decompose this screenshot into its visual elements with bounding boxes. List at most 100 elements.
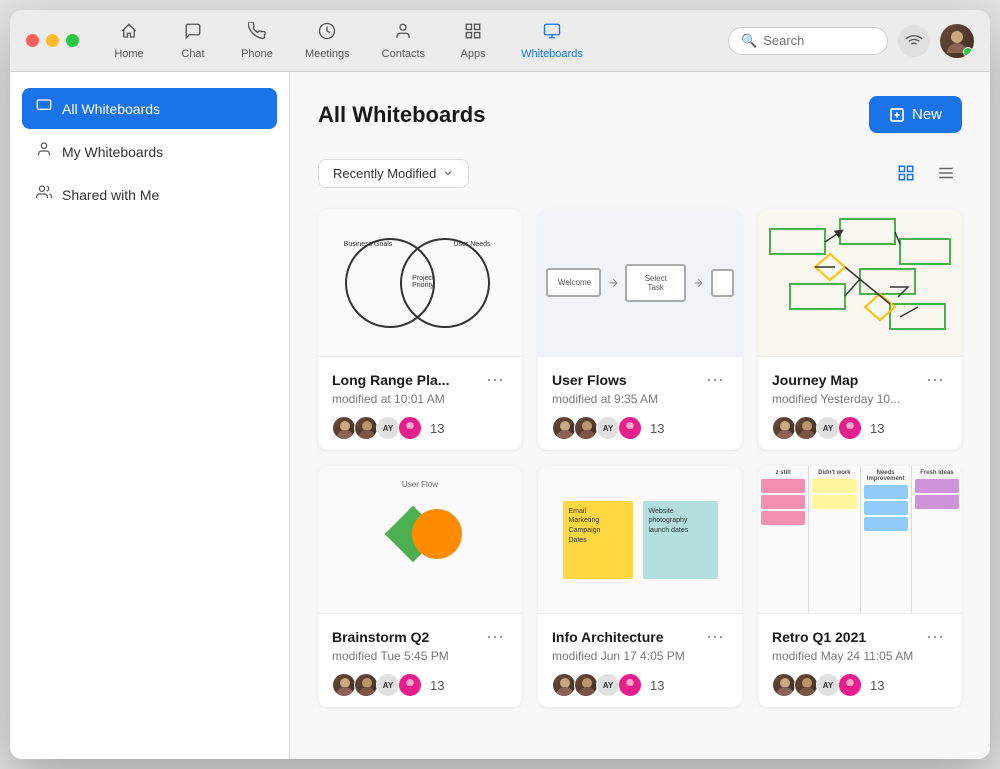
sidebar-item-my[interactable]: My Whiteboards [22, 131, 277, 172]
nav-home[interactable]: Home [99, 16, 159, 66]
close-button[interactable] [26, 34, 39, 47]
shared-icon [36, 184, 52, 205]
home-icon [120, 22, 138, 45]
wb-participants-wb1: AY 13 [332, 416, 508, 440]
minimize-button[interactable] [46, 34, 59, 47]
participant-ay-e: AY [596, 673, 620, 697]
search-box[interactable]: 🔍 [728, 27, 888, 55]
participant-pink-c [838, 416, 862, 440]
wb-participants-wb2: AY 13 [552, 416, 728, 440]
nav-meetings[interactable]: Meetings [291, 16, 364, 66]
participant-count-wb4: 13 [430, 678, 444, 693]
participant-avatar-1b [552, 416, 576, 440]
sidebar-all-label: All Whiteboards [62, 101, 160, 117]
wb-info-wb1: Long Range Pla... ··· modified at 10:01 … [318, 357, 522, 450]
participant-ay-c: AY [816, 416, 840, 440]
nav-chat-label: Chat [181, 48, 204, 60]
wb-info-wb4: Brainstorm Q2 ··· modified Tue 5:45 PM A [318, 614, 522, 707]
wb-modified-wb2: modified at 9:35 AM [552, 392, 728, 406]
wifi-icon [898, 25, 930, 57]
wb-preview-wb4: User Flow [318, 466, 522, 614]
wb-title-wb4: Brainstorm Q2 [332, 629, 429, 645]
wb-participants-wb6: AY 13 [772, 673, 948, 697]
main-layout: All Whiteboards My Whiteboards Shared wi… [10, 72, 990, 759]
new-button-label: New [912, 106, 942, 123]
sidebar-my-label: My Whiteboards [62, 144, 163, 160]
nav-whiteboards[interactable]: Whiteboards [507, 16, 597, 66]
whiteboard-grid: Business Goals User Needs Project Priori… [318, 209, 962, 707]
participant-count-wb1: 13 [430, 421, 444, 436]
whiteboard-card-wb5[interactable]: EmailMarketingCampaignDates Websitephoto… [538, 466, 742, 707]
whiteboard-card-wb4[interactable]: User Flow Brainstorm Q2 ··· modified Tue… [318, 466, 522, 707]
participant-avatar-2e [574, 673, 598, 697]
wb-more-wb3[interactable]: ··· [922, 369, 948, 390]
meetings-icon [318, 22, 336, 45]
wb-title-row-wb4: Brainstorm Q2 ··· [332, 626, 508, 647]
contacts-icon [394, 22, 412, 45]
content-area: All Whiteboards New Recently Modified [290, 72, 990, 759]
whiteboard-card-wb6[interactable]: z still Didn't work Nee [758, 466, 962, 707]
participant-pink [398, 416, 422, 440]
content-header: All Whiteboards New [318, 96, 962, 133]
participant-avatar-2 [354, 416, 378, 440]
nav-phone[interactable]: Phone [227, 16, 287, 66]
wb-preview-wb5: EmailMarketingCampaignDates Websitephoto… [538, 466, 742, 614]
whiteboard-card-wb1[interactable]: Business Goals User Needs Project Priori… [318, 209, 522, 450]
sidebar: All Whiteboards My Whiteboards Shared wi… [10, 72, 290, 759]
participant-avatar-2b [574, 416, 598, 440]
wb-more-wb5[interactable]: ··· [702, 626, 728, 647]
participant-avatar-1d [332, 673, 356, 697]
whiteboards-icon [543, 22, 561, 45]
nav-right: 🔍 [728, 24, 974, 58]
traffic-lights [26, 34, 79, 47]
wb-preview-wb2: Welcome Select Task [538, 209, 742, 357]
nav-contacts-label: Contacts [382, 48, 425, 60]
participant-avatar-2c [794, 416, 818, 440]
nav-apps[interactable]: Apps [443, 16, 503, 66]
sidebar-item-shared[interactable]: Shared with Me [22, 174, 277, 215]
wb-info-wb6: Retro Q1 2021 ··· modified May 24 11:05 … [758, 614, 962, 707]
participant-ay-b: AY [596, 416, 620, 440]
chat-icon [184, 22, 202, 45]
wb-title-row-wb1: Long Range Pla... ··· [332, 369, 508, 390]
wb-more-wb6[interactable]: ··· [922, 626, 948, 647]
wb-more-wb4[interactable]: ··· [482, 626, 508, 647]
wb-title-row-wb6: Retro Q1 2021 ··· [772, 626, 948, 647]
wb-title-wb5: Info Architecture [552, 629, 664, 645]
wb-more-wb2[interactable]: ··· [702, 369, 728, 390]
nav-chat[interactable]: Chat [163, 16, 223, 66]
search-input[interactable] [763, 33, 875, 48]
participant-pink-e [618, 673, 642, 697]
participant-ay-f: AY [816, 673, 840, 697]
participant-avatar-1 [332, 416, 356, 440]
participant-pink-f [838, 673, 862, 697]
wb-info-wb5: Info Architecture ··· modified Jun 17 4:… [538, 614, 742, 707]
wb-title-wb6: Retro Q1 2021 [772, 629, 866, 645]
participant-avatar-1e [552, 673, 576, 697]
wb-modified-wb3: modified Yesterday 10... [772, 392, 948, 406]
new-button[interactable]: New [869, 96, 962, 133]
avatar[interactable] [940, 24, 974, 58]
whiteboard-card-wb3[interactable]: Journey Map ··· modified Yesterday 10... [758, 209, 962, 450]
wb-modified-wb5: modified Jun 17 4:05 PM [552, 649, 728, 663]
nav-meetings-label: Meetings [305, 48, 350, 60]
sidebar-item-all[interactable]: All Whiteboards [22, 88, 277, 129]
participant-count-wb6: 13 [870, 678, 884, 693]
wb-participants-wb4: AY 13 [332, 673, 508, 697]
wb-participants-wb3: AY 13 [772, 416, 948, 440]
grid-view-button[interactable] [890, 157, 922, 189]
sort-button[interactable]: Recently Modified [318, 159, 469, 188]
page-title: All Whiteboards [318, 102, 485, 128]
wb-more-wb1[interactable]: ··· [482, 369, 508, 390]
nav-phone-label: Phone [241, 48, 273, 60]
participant-ay: AY [376, 416, 400, 440]
sort-label: Recently Modified [333, 166, 436, 181]
nav-contacts[interactable]: Contacts [368, 16, 439, 66]
wb-title-row-wb2: User Flows ··· [552, 369, 728, 390]
wb-info-wb2: User Flows ··· modified at 9:35 AM AY [538, 357, 742, 450]
nav-home-label: Home [114, 48, 143, 60]
maximize-button[interactable] [66, 34, 79, 47]
whiteboard-card-wb2[interactable]: Welcome Select Task User Flows ··· modif [538, 209, 742, 450]
list-view-button[interactable] [930, 157, 962, 189]
wb-title-wb1: Long Range Pla... [332, 372, 449, 388]
